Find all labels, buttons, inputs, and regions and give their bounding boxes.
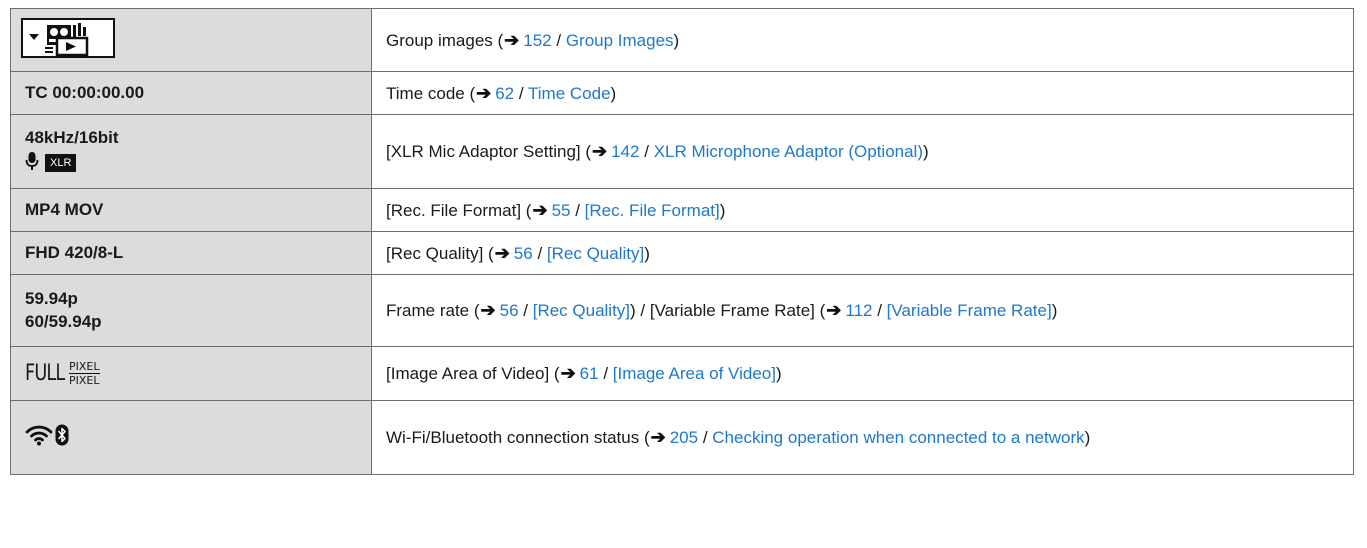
- section-link[interactable]: [Rec Quality]: [533, 301, 630, 320]
- timecode-indicator: TC 00:00:00.00: [25, 83, 145, 102]
- table-row: Group images (➔ 152 / Group Images): [10, 8, 1354, 72]
- section-link[interactable]: [Image Area of Video]: [613, 364, 776, 383]
- separator: /: [639, 142, 654, 161]
- separator: /: [698, 428, 713, 447]
- page-arrow-icon: ➔: [504, 29, 520, 50]
- closing-paren: ): [673, 30, 680, 50]
- separator: /: [551, 30, 566, 50]
- indicator-cell: 59.94p 60/59.94p: [10, 274, 372, 347]
- file-format-indicator: MP4 MOV: [25, 200, 104, 219]
- page-link[interactable]: 142: [611, 142, 639, 161]
- description-text: [Rec Quality] (: [386, 243, 494, 263]
- separator: /: [518, 301, 533, 320]
- page-link[interactable]: 205: [670, 428, 698, 447]
- table-row: 48kHz/16bit XLR [XLR Mic Adaptor Setting…: [10, 114, 1354, 189]
- closing-paren: ): [644, 243, 650, 263]
- wifi-bluetooth-status-icon: [25, 424, 69, 451]
- pixel-fraction: PIXEL PIXEL: [69, 361, 100, 386]
- page-arrow-icon: ➔: [592, 141, 608, 161]
- indicator-cell: 48kHz/16bit XLR: [10, 114, 372, 189]
- description-text: ) / [Variable Frame Rate] (: [630, 301, 826, 320]
- closing-paren: ): [775, 364, 782, 383]
- table-row: MP4 MOV [Rec. File Format] (➔ 55 / [Rec. …: [10, 188, 1354, 232]
- section-link[interactable]: XLR Microphone Adaptor (Optional): [654, 142, 923, 161]
- page-arrow-icon: ➔: [480, 300, 496, 320]
- description-text: [XLR Mic Adaptor Setting] (: [386, 142, 592, 161]
- table-row: FULL PIXEL PIXEL [Image Area of Video] (…: [10, 346, 1354, 401]
- closing-paren: ): [719, 200, 726, 220]
- indicator-cell: FHD 420/8-L: [10, 231, 372, 275]
- page-link[interactable]: 152: [523, 31, 551, 50]
- reference-table: Group images (➔ 152 / Group Images) TC 00…: [10, 8, 1354, 475]
- closing-paren: ): [1051, 301, 1058, 320]
- variable-frame-rate-indicator: 60/59.94p: [25, 312, 102, 331]
- indicator-cell: [10, 8, 372, 72]
- description-cell: Group images (➔ 152 / Group Images): [371, 8, 1354, 72]
- section-link[interactable]: [Variable Frame Rate]: [887, 301, 1052, 320]
- closing-paren: ): [1084, 428, 1091, 447]
- page-link[interactable]: 56: [500, 301, 519, 320]
- fraction-top: PIXEL: [69, 360, 100, 374]
- microphone-icon: [25, 151, 39, 176]
- indicator-cell: [10, 400, 372, 475]
- separator: /: [532, 243, 547, 263]
- frame-rate-indicator: 59.94p: [25, 289, 78, 308]
- description-cell: [Image Area of Video] (➔ 61 / [Image Area…: [371, 346, 1354, 401]
- page-arrow-icon: ➔: [532, 199, 548, 220]
- indicator-cell: TC 00:00:00.00: [10, 71, 372, 115]
- indicator-cell: FULL PIXEL PIXEL: [10, 346, 372, 401]
- page-link[interactable]: 61: [580, 364, 599, 383]
- section-link[interactable]: Group Images: [566, 31, 674, 50]
- fraction-bottom: PIXEL: [69, 374, 100, 387]
- description-text: [Image Area of Video] (: [386, 364, 560, 383]
- separator: /: [514, 83, 529, 103]
- separator: /: [598, 364, 613, 383]
- description-cell: Time code (➔ 62 / Time Code): [371, 71, 1354, 115]
- page-link[interactable]: 112: [845, 301, 872, 320]
- description-cell: [Rec Quality] (➔ 56 / [Rec Quality]): [371, 231, 1354, 275]
- xlr-badge: XLR: [45, 154, 77, 172]
- table-row: Wi-Fi/Bluetooth connection status (➔ 205 …: [10, 400, 1354, 475]
- description-text: Time code (: [386, 83, 476, 103]
- page-link[interactable]: 62: [495, 84, 514, 103]
- section-link[interactable]: [Rec. File Format]: [585, 201, 720, 220]
- closing-paren: ): [610, 83, 617, 103]
- description-text: Group images (: [386, 30, 504, 50]
- page-arrow-icon: ➔: [826, 300, 842, 320]
- audio-format-indicator: 48kHz/16bit: [25, 127, 119, 147]
- description-cell: [XLR Mic Adaptor Setting] (➔ 142 / XLR Mi…: [371, 114, 1354, 189]
- bluetooth-icon: [55, 424, 69, 451]
- description-text: Frame rate (: [386, 301, 480, 320]
- section-link[interactable]: Time Code: [528, 84, 611, 103]
- description-cell: [Rec. File Format] (➔ 55 / [Rec. File For…: [371, 188, 1354, 232]
- section-link[interactable]: Checking operation when connected to a n…: [712, 428, 1084, 447]
- rec-quality-indicator: FHD 420/8-L: [25, 243, 124, 262]
- full-label: FULL: [25, 361, 65, 386]
- separator: /: [570, 200, 585, 220]
- wifi-icon: [25, 424, 53, 451]
- table-row: 59.94p 60/59.94p Frame rate (➔ 56 / [Rec …: [10, 274, 1354, 347]
- description-cell: Frame rate (➔ 56 / [Rec Quality]) / [Vari…: [371, 274, 1354, 347]
- full-pixel-icon: FULL PIXEL PIXEL: [25, 361, 100, 386]
- description-text: [Rec. File Format] (: [386, 200, 532, 220]
- indicator-cell: MP4 MOV: [10, 188, 372, 232]
- section-link[interactable]: [Rec Quality]: [547, 244, 644, 263]
- group-images-dropdown-icon: [21, 17, 115, 63]
- description-text: Wi-Fi/Bluetooth connection status (: [386, 428, 650, 447]
- page-arrow-icon: ➔: [560, 363, 576, 383]
- page-arrow-icon: ➔: [650, 427, 666, 447]
- page-link[interactable]: 56: [514, 244, 533, 263]
- closing-paren: ): [923, 142, 929, 161]
- page-arrow-icon: ➔: [476, 82, 492, 103]
- description-cell: Wi-Fi/Bluetooth connection status (➔ 205 …: [371, 400, 1354, 475]
- page-link[interactable]: 55: [552, 201, 571, 220]
- separator: /: [872, 301, 887, 320]
- page-arrow-icon: ➔: [494, 242, 510, 263]
- table-row: FHD 420/8-L [Rec Quality] (➔ 56 / [Rec Qu…: [10, 231, 1354, 275]
- table-row: TC 00:00:00.00 Time code (➔ 62 / Time Cod…: [10, 71, 1354, 115]
